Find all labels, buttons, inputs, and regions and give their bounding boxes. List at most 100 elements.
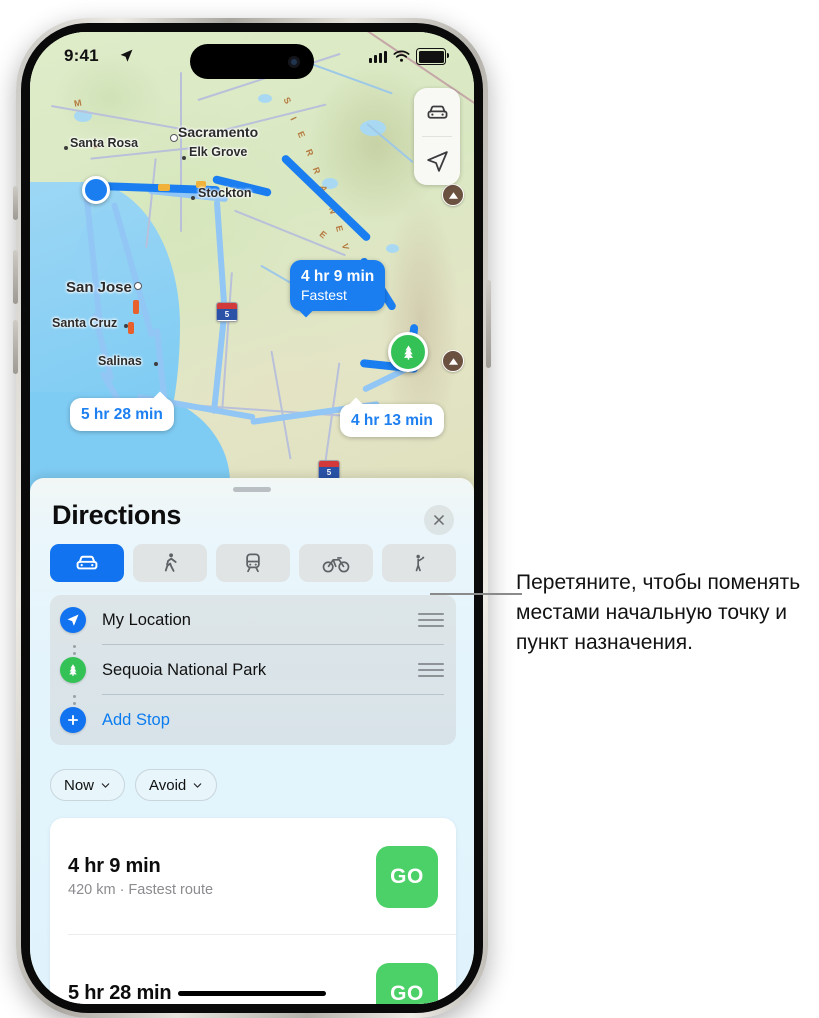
volume-down-button[interactable]: [13, 320, 18, 374]
volume-up-button[interactable]: [13, 250, 18, 304]
route-option-1[interactable]: 4 hr 9 min 420 km · Fastest route GO: [50, 818, 456, 935]
route-option-2-time: 5 hr 28 min: [68, 982, 172, 1004]
avoid-pill[interactable]: Avoid: [135, 769, 218, 801]
power-button[interactable]: [486, 280, 491, 368]
shield-number: 5: [319, 467, 339, 478]
mode-transit[interactable]: [216, 544, 290, 582]
add-stop-button[interactable]: Add Stop: [50, 695, 456, 745]
rideshare-icon: [415, 554, 425, 572]
traffic-segment: [128, 322, 134, 334]
car-icon: [427, 105, 447, 119]
callout-leader-line: [430, 593, 522, 595]
route-option-2-info: 5 hr 28 min: [68, 982, 172, 1004]
tree-icon: [403, 345, 413, 360]
navigation-arrow-icon: [60, 607, 86, 633]
map-controls-panel: [414, 88, 460, 185]
walk-icon: [164, 553, 177, 572]
city-dot: [124, 324, 128, 328]
bubble-time: 4 hr 13 min: [351, 412, 433, 429]
map-canvas[interactable]: S I E R R A N E V M S E: [30, 32, 474, 522]
city-label-san-jose: San Jose: [66, 279, 132, 296]
navigation-arrow-icon: [426, 150, 448, 172]
start-field[interactable]: My Location: [50, 595, 456, 645]
city-label-santa-cruz: Santa Cruz: [52, 316, 118, 330]
cellular-bars-icon: [369, 50, 387, 63]
plus-icon: [60, 707, 86, 733]
city-dot: [191, 196, 195, 200]
chevron-down-icon: [101, 782, 110, 788]
bicycle-icon: [322, 557, 350, 573]
park-poi-icon[interactable]: [442, 184, 464, 206]
close-button[interactable]: [424, 505, 454, 535]
highway-shield: 5: [318, 460, 340, 480]
destination-field-value: Sequoia National Park: [102, 660, 267, 679]
shield-number: 5: [217, 309, 237, 320]
avoid-label: Avoid: [149, 776, 187, 794]
go-button-1[interactable]: GO: [376, 846, 438, 908]
route-option-1-time: 4 hr 9 min: [68, 855, 161, 877]
traffic-segment: [133, 300, 139, 314]
train-icon: [246, 553, 260, 573]
start-field-value: My Location: [102, 610, 191, 629]
callout-annotation: Перетяните, чтобы поменять местами начал…: [516, 568, 808, 658]
destination-field[interactable]: Sequoia National Park: [50, 645, 456, 695]
route-bubble-alt-2[interactable]: 4 hr 13 min: [340, 397, 444, 437]
city-dot: [134, 282, 142, 290]
sheet-grabber[interactable]: [233, 487, 271, 492]
terrain-label-letter: M: [73, 97, 84, 109]
device-screen: S I E R R A N E V M S E: [30, 32, 474, 1004]
route-option-1-info: 4 hr 9 min 420 km · Fastest route: [68, 855, 213, 898]
start-field-drag-handle[interactable]: [418, 613, 444, 627]
depart-time-label: Now: [64, 776, 95, 794]
mode-walk[interactable]: [133, 544, 207, 582]
mode-ride[interactable]: [382, 544, 456, 582]
status-indicators: [369, 48, 449, 65]
mode-drive[interactable]: [50, 544, 124, 582]
car-icon: [76, 555, 98, 570]
iphone-device-frame: S I E R R A N E V M S E: [13, 18, 491, 1018]
route-bubble-fastest[interactable]: 4 hr 9 min Fastest: [290, 260, 386, 318]
mode-cycle[interactable]: [299, 544, 373, 582]
location-arrow-icon: [119, 48, 134, 68]
silent-switch[interactable]: [13, 186, 18, 220]
destination-field-drag-handle[interactable]: [418, 663, 444, 677]
city-dot: [154, 362, 158, 366]
bubble-note: Fastest: [301, 287, 347, 303]
city-dot: [182, 156, 186, 160]
lake: [258, 94, 272, 103]
road: [180, 72, 182, 232]
tree-icon: [60, 657, 86, 683]
lake: [386, 244, 399, 253]
city-label-stockton: Stockton: [198, 186, 252, 200]
wifi-icon: [393, 50, 410, 62]
current-location-dot[interactable]: [82, 176, 110, 204]
status-time: 9:41: [64, 46, 99, 65]
city-label-elk-grove: Elk Grove: [189, 145, 248, 159]
chevron-down-icon: [194, 782, 202, 788]
route-option-1-detail: 420 km · Fastest route: [68, 882, 214, 898]
city-label-sacramento: Sacramento: [178, 124, 259, 140]
route-endpoints-group: My Location Sequoia National Park Add St…: [50, 595, 456, 745]
home-indicator[interactable]: [178, 991, 326, 996]
city-dot: [64, 146, 68, 150]
dynamic-island: [190, 44, 314, 79]
city-label-salinas: Salinas: [98, 354, 142, 368]
car-mode-button[interactable]: [414, 88, 460, 136]
route-filter-pills: Now Avoid: [50, 769, 218, 801]
directions-sheet: Directions My Location Sequoia National …: [30, 478, 474, 1004]
transport-mode-tabs: [50, 544, 456, 582]
route-options-list: 4 hr 9 min 420 km · Fastest route GO 5 h…: [50, 818, 456, 1004]
go-button-2[interactable]: GO: [376, 963, 438, 1004]
destination-pin[interactable]: [388, 332, 428, 372]
highway-shield: 5: [216, 302, 238, 322]
locate-me-button[interactable]: [414, 137, 460, 185]
city-label-santa-rosa: Santa Rosa: [70, 136, 139, 150]
page-title: Directions: [52, 500, 182, 530]
front-camera: [288, 55, 300, 68]
close-icon: [434, 515, 444, 525]
traffic-segment: [158, 184, 170, 191]
depart-time-pill[interactable]: Now: [50, 769, 126, 801]
callout-text: Перетяните, чтобы поменять местами начал…: [516, 571, 801, 654]
route-bubble-alt-1[interactable]: 5 hr 28 min: [70, 391, 174, 431]
park-poi-icon[interactable]: [442, 350, 464, 372]
